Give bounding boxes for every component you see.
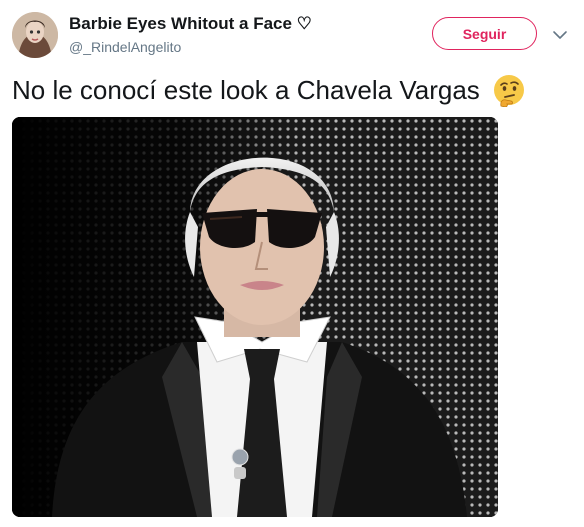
avatar[interactable] (12, 12, 58, 58)
thinking-face-icon (492, 73, 526, 108)
tweet-text-row: No le conocí este look a Chavela Vargas (12, 73, 526, 108)
follow-button[interactable]: Seguir (432, 17, 537, 50)
tweet-media-photo[interactable] (12, 117, 498, 517)
chevron-down-icon[interactable] (552, 28, 568, 40)
tweet-text: No le conocí este look a Chavela Vargas (12, 74, 480, 105)
author-handle[interactable]: @_RindelAngelito (69, 39, 181, 55)
author-name[interactable]: Barbie Eyes Whitout a Face ♡ (69, 14, 312, 34)
avatar-image (12, 12, 58, 58)
photo-image (12, 117, 498, 517)
